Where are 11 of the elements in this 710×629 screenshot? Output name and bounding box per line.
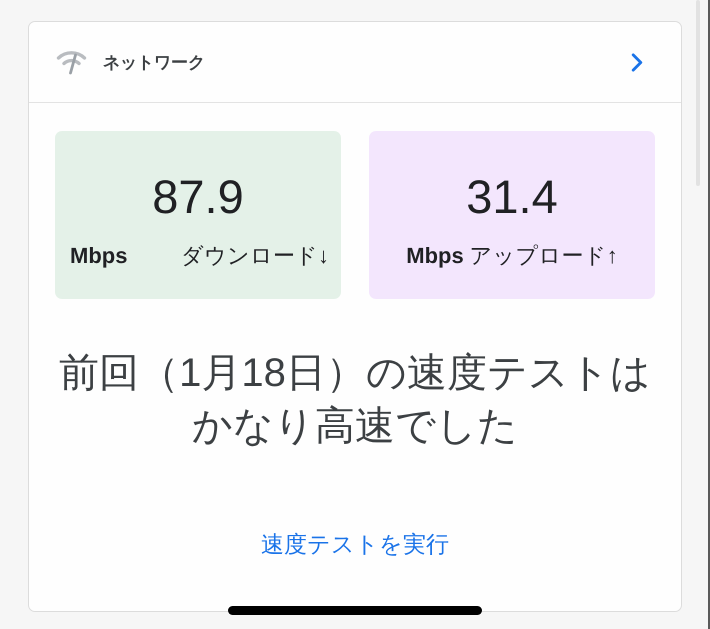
run-speed-test-link[interactable]: 速度テストを実行: [261, 529, 449, 559]
speed-unit: Mbps: [406, 242, 464, 270]
chevron-right-icon[interactable]: [631, 52, 643, 72]
speed-value: 31.4: [466, 169, 558, 225]
section-title: ネットワーク: [103, 52, 206, 74]
speed-summary-text: 前回（1月18日）の速度テストはかなり高速でした: [58, 350, 652, 450]
wifi-icon: [56, 49, 87, 75]
speed-value: 87.9: [152, 169, 244, 225]
speed-unit: Mbps: [70, 242, 128, 270]
speed-label: ダウンロード↓: [181, 242, 329, 270]
speed-label: アップロード↑: [470, 242, 618, 270]
